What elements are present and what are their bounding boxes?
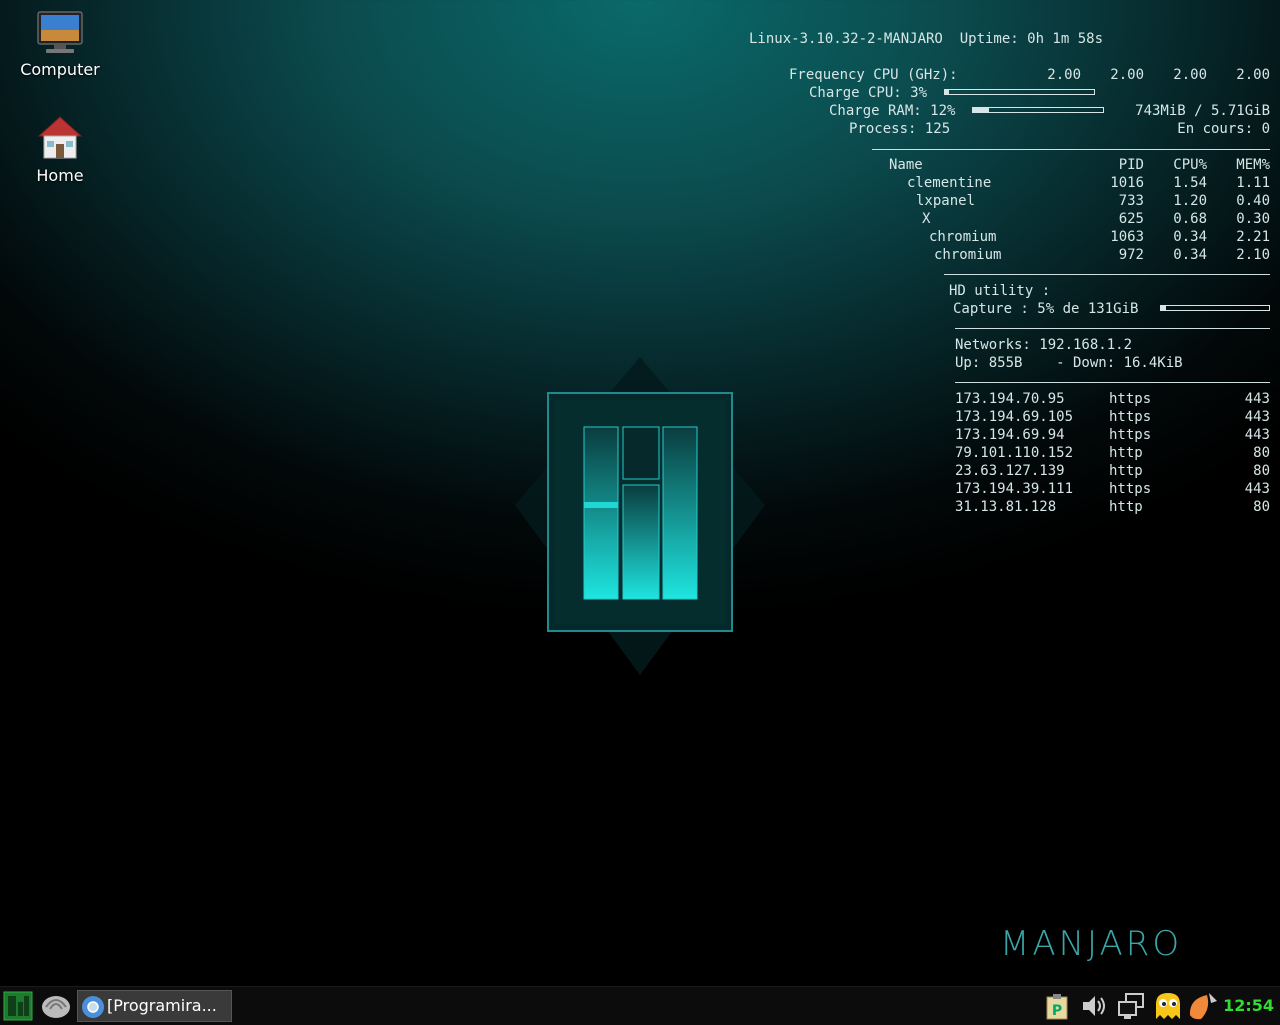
connection-ip: 23.63.127.139 (955, 463, 1065, 479)
ram-load-label: Charge RAM: 12% (829, 103, 956, 119)
network-screens-icon[interactable] (1116, 991, 1146, 1021)
process-name: lxpanel (916, 193, 976, 209)
connection-protocol: http (1109, 445, 1143, 461)
connection-ip: 31.13.81.128 (955, 499, 1057, 515)
connection-ip: 173.194.39.111 (955, 481, 1074, 497)
hd-usage-bar (1160, 305, 1270, 311)
cpu-frequency-core-1: 2.00 (1047, 67, 1081, 83)
connection-protocol: https (1109, 427, 1152, 443)
connection-ip: 173.194.70.95 (955, 391, 1065, 407)
connection-protocol: https (1109, 481, 1152, 497)
manjaro-brand-text: MANJARO (1000, 924, 1183, 964)
process-cpu: 1.54 (1173, 175, 1207, 191)
ram-load-fill (973, 108, 989, 112)
connection-ip: 173.194.69.94 (955, 427, 1065, 443)
connection-ip: 173.194.69.105 (955, 409, 1074, 425)
chromium-icon (81, 995, 105, 1019)
shell-file-manager-icon[interactable] (40, 991, 72, 1021)
connection-ip: 79.101.110.152 (955, 445, 1074, 461)
taskbar-clock[interactable]: 12:54 (1223, 996, 1274, 1015)
connection-port: 443 (1244, 391, 1270, 407)
running-count: En cours: 0 (1177, 121, 1270, 137)
cpu-frequency-core-3: 2.00 (1173, 67, 1207, 83)
cpu-frequency-label: Frequency CPU (GHz): (789, 67, 958, 83)
process-pid: 1016 (1110, 175, 1144, 191)
process-mem: 2.21 (1236, 229, 1270, 245)
connection-port: 443 (1244, 427, 1270, 443)
desktop-icon-label: Computer (20, 60, 100, 79)
taskbar-window-button[interactable]: [Programira... (77, 990, 232, 1022)
process-cpu: 0.68 (1173, 211, 1207, 227)
desktop-icon-label: Home (36, 166, 84, 185)
connection-port: 443 (1244, 409, 1270, 425)
ram-load-bar (972, 107, 1104, 113)
process-mem: 0.40 (1236, 193, 1270, 209)
cpu-load-label: Charge CPU: 3% (809, 85, 928, 101)
divider (955, 328, 1270, 329)
process-count: Process: 125 (849, 121, 951, 137)
pacman-ghost-icon[interactable] (1153, 991, 1183, 1021)
connection-port: 80 (1253, 463, 1270, 479)
process-name: X (922, 211, 931, 227)
connection-protocol: http (1109, 463, 1143, 479)
manjaro-logo-icon (510, 355, 770, 680)
divider (955, 382, 1270, 383)
process-cpu: 0.34 (1173, 229, 1207, 245)
desktop-icon-computer[interactable]: Computer (10, 8, 110, 79)
hd-title: HD utility : (949, 283, 1051, 299)
process-mem: 2.10 (1236, 247, 1270, 263)
process-pid: 733 (1118, 193, 1144, 209)
process-mem: 0.30 (1236, 211, 1270, 227)
cpu-load-bar (944, 89, 1095, 95)
process-name: chromium (929, 229, 997, 245)
computer-monitor-icon (36, 8, 84, 56)
home-house-icon (36, 114, 84, 162)
process-cpu: 1.20 (1173, 193, 1207, 209)
proc-header-name: Name (889, 157, 923, 173)
cpu-load-fill (945, 90, 950, 94)
connection-protocol: https (1109, 409, 1152, 425)
process-mem: 1.11 (1236, 175, 1270, 191)
network-address: Networks: 192.168.1.2 (955, 337, 1133, 353)
kernel-uptime-line: Linux-3.10.32-2-MANJARO Uptime: 0h 1m 58… (749, 31, 1104, 47)
connection-protocol: http (1109, 499, 1143, 515)
proc-header-mem: MEM% (1236, 157, 1270, 173)
clipboard-p-icon[interactable]: P (1045, 991, 1069, 1021)
proc-header-cpu: CPU% (1173, 157, 1207, 173)
process-cpu: 0.34 (1173, 247, 1207, 263)
volume-icon[interactable] (1080, 991, 1108, 1021)
connection-protocol: https (1109, 391, 1152, 407)
process-name: chromium (934, 247, 1002, 263)
process-pid: 972 (1118, 247, 1144, 263)
taskbar-window-label: [Programira... (107, 996, 217, 1015)
cpu-frequency-core-2: 2.00 (1110, 67, 1144, 83)
proc-header-pid: PID (1118, 157, 1144, 173)
hd-capture-label: Capture : 5% de 131GiB (953, 301, 1139, 317)
hd-usage-fill (1161, 306, 1167, 310)
manjaro-menu-icon[interactable] (3, 991, 33, 1021)
process-pid: 625 (1118, 211, 1144, 227)
divider (872, 149, 1270, 150)
taskbar: [Programira... P 12:54 (0, 986, 1280, 1025)
svg-text:P: P (1052, 1003, 1062, 1019)
ram-usage-value: 743MiB / 5.71GiB (1135, 103, 1270, 119)
connection-port: 443 (1244, 481, 1270, 497)
connection-port: 80 (1253, 445, 1270, 461)
divider (944, 274, 1270, 275)
network-traffic: Up: 855B - Down: 16.4KiB (955, 355, 1183, 371)
connection-port: 80 (1253, 499, 1270, 515)
process-pid: 1063 (1110, 229, 1144, 245)
process-name: clementine (907, 175, 992, 191)
cpu-frequency-core-4: 2.00 (1236, 67, 1270, 83)
clementine-icon[interactable] (1187, 991, 1223, 1021)
desktop-icon-home[interactable]: Home (10, 114, 110, 185)
